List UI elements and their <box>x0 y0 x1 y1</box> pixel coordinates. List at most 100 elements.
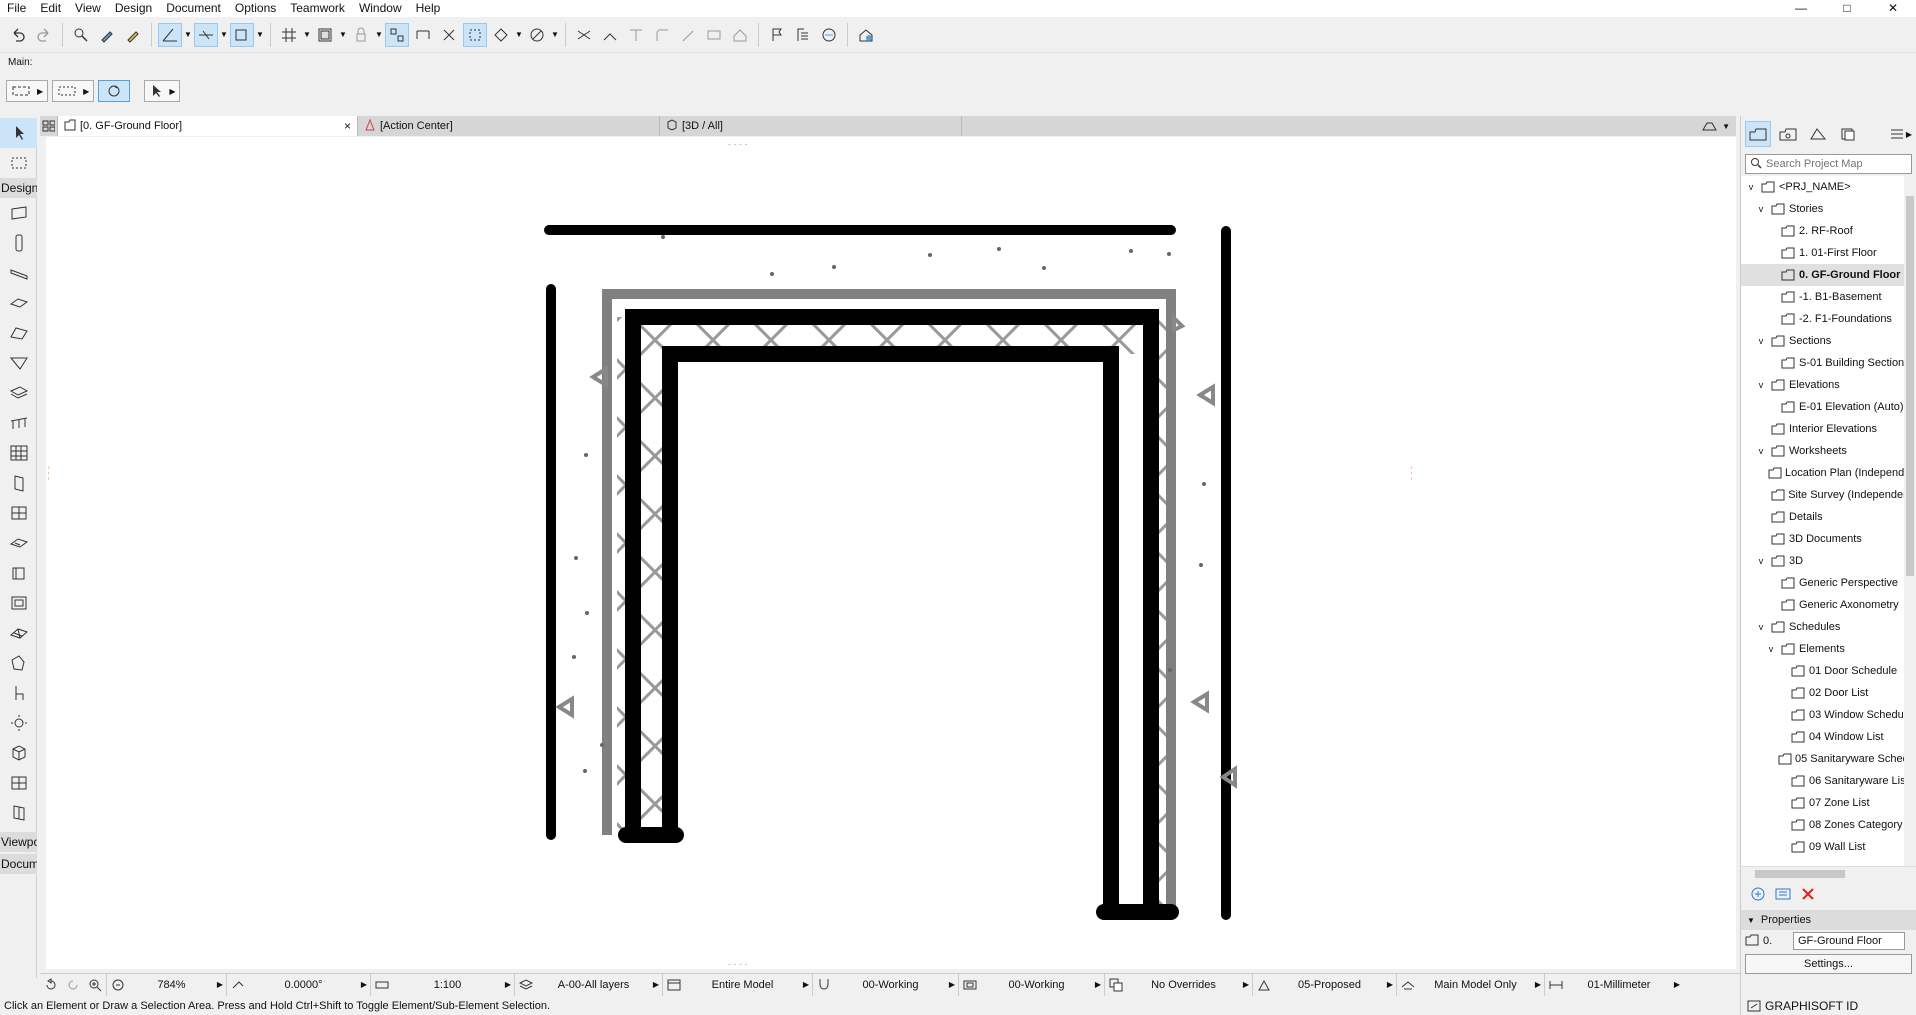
tree-node[interactable]: 05 Sanitaryware Schedule <box>1741 748 1916 770</box>
navigator-icon[interactable] <box>489 23 513 47</box>
tree-node[interactable]: v <PRJ_NAME> <box>1741 176 1916 198</box>
expand-toggle-icon[interactable]: v <box>1755 380 1767 390</box>
tab-overview-icon[interactable] <box>40 116 58 136</box>
hatched-wall-core[interactable] <box>617 317 1171 912</box>
zoom-in-icon[interactable] <box>84 978 106 992</box>
tree-node[interactable]: 06 Sanitaryware List <box>1741 770 1916 792</box>
lock-icon[interactable] <box>349 23 373 47</box>
intersect-icon[interactable] <box>624 23 648 47</box>
properties-name-field[interactable]: GF-Ground Floor <box>1793 932 1905 950</box>
stair-tool-icon[interactable] <box>0 378 37 408</box>
settings-button[interactable]: Settings... <box>1745 954 1912 974</box>
find-select-icon[interactable] <box>69 23 93 47</box>
flag-icon[interactable] <box>765 23 789 47</box>
orientation-control[interactable]: 0.0000° ▶ <box>227 973 371 996</box>
pen-set-control[interactable]: 00-Working ▶ <box>813 973 959 996</box>
grid-snap-icon[interactable] <box>277 23 301 47</box>
view-map-icon[interactable] <box>1775 121 1801 147</box>
tree-node[interactable]: Generic Perspective <box>1741 572 1916 594</box>
tree-node[interactable]: 04 Window List <box>1741 726 1916 748</box>
tree-node[interactable]: S-01 Building Section <box>1741 352 1916 374</box>
menu-edit[interactable]: Edit <box>33 0 68 17</box>
tree-horizontal-scrollbar[interactable] <box>1741 866 1916 880</box>
expand-toggle-icon[interactable]: v <box>1755 336 1767 346</box>
graphic-override-control[interactable]: No Overrides ▶ <box>1105 973 1253 996</box>
chevron-down-icon[interactable]: ▼ <box>184 23 192 47</box>
expand-toggle-icon[interactable]: v <box>1755 446 1767 456</box>
tree-node[interactable]: 07 Zone List <box>1741 792 1916 814</box>
rotate-icon[interactable] <box>98 80 131 102</box>
tree-node[interactable]: Site Survey (Independent) <box>1741 484 1916 506</box>
offset-icon[interactable] <box>676 23 700 47</box>
teamwork-icon[interactable] <box>817 23 841 47</box>
geometry-method-button[interactable]: ▶ <box>6 80 49 102</box>
close-tab-icon[interactable]: × <box>344 119 351 133</box>
expand-toggle-icon[interactable]: v <box>1755 204 1767 214</box>
tree-node[interactable]: E-01 Elevation (Auto) <box>1741 396 1916 418</box>
toolbox-viewpoint-header[interactable]: Viewpoi <box>0 832 37 852</box>
expand-toggle-icon[interactable]: v <box>1745 182 1757 192</box>
tree-node[interactable]: -1. B1-Basement <box>1741 286 1916 308</box>
tree-node[interactable]: v Elements <box>1741 638 1916 660</box>
tree-node[interactable]: 01 Door Schedule <box>1741 660 1916 682</box>
floor-plan-drawing[interactable]: - - - - - - - - - - - - - - <box>44 137 1736 969</box>
delete-icon[interactable] <box>1801 887 1815 904</box>
chevron-down-icon[interactable]: ▼ <box>375 23 383 47</box>
toolbox-design-header[interactable]: Design <box>0 178 37 198</box>
chevron-down-icon[interactable]: ▼ <box>551 23 559 47</box>
opening-tool-icon[interactable] <box>0 798 37 828</box>
add-view-icon[interactable] <box>1751 887 1765 904</box>
zone-tool-icon[interactable] <box>0 588 37 618</box>
tree-node[interactable]: Location Plan (Independent) <box>1741 462 1916 484</box>
tree-node[interactable]: 02 Door List <box>1741 682 1916 704</box>
bimx-icon[interactable] <box>854 23 878 47</box>
menu-view[interactable]: View <box>68 0 108 17</box>
arrow-tool-button[interactable]: ▶ <box>144 80 181 102</box>
curtain-wall-tool-icon[interactable] <box>0 438 37 468</box>
toolbox-document-header[interactable]: Docume <box>0 854 37 874</box>
tree-node[interactable]: 09 Wall List <box>1741 836 1916 858</box>
tree-node[interactable]: v 3D <box>1741 550 1916 572</box>
wall-tool-icon[interactable] <box>0 198 37 228</box>
arrow-tool-icon[interactable] <box>0 118 37 148</box>
gray-wall-skin[interactable] <box>602 289 1176 912</box>
trace-icon[interactable] <box>313 23 337 47</box>
tree-node[interactable]: 03 Window Schedule <box>1741 704 1916 726</box>
chevron-down-icon[interactable]: ▼ <box>256 23 264 47</box>
tab-menu[interactable]: ▼ <box>1702 120 1736 132</box>
3d-box-tool-icon[interactable] <box>0 738 37 768</box>
marquee-tool-icon[interactable] <box>0 148 37 178</box>
shell-tool-icon[interactable] <box>0 348 37 378</box>
tree-node[interactable]: 08 Zones Category <box>1741 814 1916 836</box>
adjust-icon[interactable] <box>598 23 622 47</box>
chevron-down-icon[interactable]: ▼ <box>339 23 347 47</box>
selection-method-button[interactable]: ▶ <box>52 80 95 102</box>
grid-tool-icon[interactable] <box>0 768 37 798</box>
fillet-icon[interactable] <box>650 23 674 47</box>
undo-icon[interactable] <box>6 23 30 47</box>
scale-control[interactable]: 1:100 ▶ <box>371 973 515 996</box>
chevron-down-icon[interactable]: ▼ <box>303 23 311 47</box>
menu-file[interactable]: File <box>0 0 33 17</box>
dimension-standard-control[interactable]: 01-Millimeter ▶ <box>1545 974 1683 996</box>
morph-tool-icon[interactable] <box>0 648 37 678</box>
tree-node[interactable]: 2. RF-Roof <box>1741 220 1916 242</box>
graphisoft-id-logo[interactable]: GRAPHISOFT ID <box>1741 997 1916 1015</box>
layout-book-icon[interactable] <box>1805 121 1831 147</box>
tree-node[interactable]: v Sections <box>1741 330 1916 352</box>
properties-header[interactable]: ▼ Properties <box>1741 910 1916 930</box>
door-tool-icon[interactable] <box>0 468 37 498</box>
renovation-filter-control[interactable]: 05-Proposed ▶ <box>1253 973 1397 996</box>
skylight-tool-icon[interactable] <box>0 528 37 558</box>
object-tool-icon[interactable] <box>0 558 37 588</box>
snap-points-icon[interactable] <box>230 22 254 47</box>
menu-document[interactable]: Document <box>159 0 228 17</box>
tree-node[interactable]: v Schedules <box>1741 616 1916 638</box>
minimize-button[interactable]: — <box>1778 0 1824 17</box>
column-tool-icon[interactable] <box>0 228 37 258</box>
tree-node[interactable]: Generic Axonometry <box>1741 594 1916 616</box>
scrollbar-thumb[interactable] <box>1755 870 1845 878</box>
tree-node[interactable]: 1. 01-First Floor <box>1741 242 1916 264</box>
snap-guides-icon[interactable] <box>194 22 218 47</box>
project-map-search[interactable] <box>1745 154 1912 174</box>
